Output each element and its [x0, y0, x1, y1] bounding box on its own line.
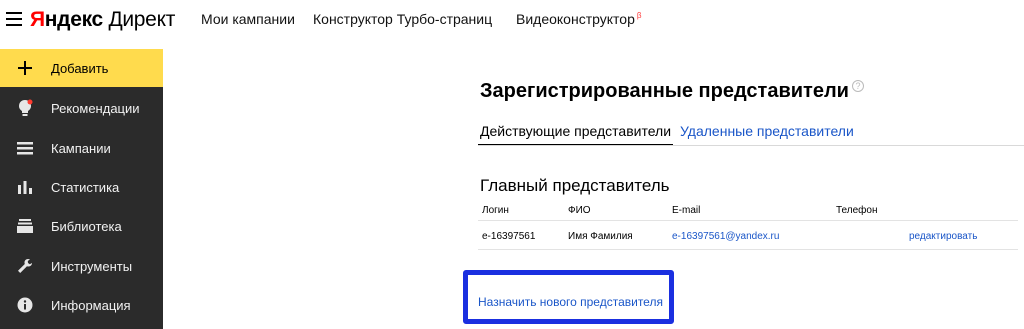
library-icon [16, 217, 34, 235]
column-header-login: Логин [482, 205, 509, 216]
beta-badge: β [636, 11, 642, 21]
page-title: Зарегистрированные представители? [480, 80, 864, 103]
tabs-divider [478, 145, 1024, 146]
sidebar-item-label: Библиотека [51, 218, 122, 234]
sidebar-item-label: Кампании [51, 140, 111, 156]
sidebar-item-library[interactable]: Библиотека [0, 207, 163, 245]
nav-video-constructor[interactable]: Видеоконструктор β [516, 11, 641, 27]
sidebar-item-label: Добавить [51, 60, 109, 76]
logo-brand: ндекс [44, 8, 103, 31]
sidebar-item-info[interactable]: Информация [0, 286, 163, 324]
bar-chart-icon [16, 178, 34, 196]
cell-login: e-16397561 [482, 231, 536, 242]
sidebar-item-campaigns[interactable]: Кампании [0, 129, 163, 167]
sidebar-item-statistics[interactable]: Статистика [0, 168, 163, 206]
table-row-divider [478, 249, 1018, 250]
menu-icon[interactable] [6, 12, 22, 26]
column-header-name: ФИО [568, 205, 591, 216]
tab-active-representatives[interactable]: Действующие представители [477, 123, 674, 146]
cell-email-link[interactable]: e-16397561@yandex.ru [672, 231, 779, 242]
logo-letter: Я [30, 8, 45, 31]
assign-new-representative-link[interactable]: Назначить нового представителя [478, 295, 663, 309]
sidebar-item-add[interactable]: Добавить [0, 49, 163, 87]
nav-my-campaigns[interactable]: Мои кампании [201, 11, 295, 27]
plus-icon [16, 59, 34, 77]
help-icon[interactable]: ? [851, 80, 864, 92]
edit-link[interactable]: редактировать [909, 231, 977, 242]
section-title: Главный представитель [480, 176, 670, 195]
tab-deleted-representatives[interactable]: Удаленные представители [680, 123, 854, 139]
sidebar-item-label: Рекомендации [51, 100, 140, 116]
column-header-phone: Телефон [836, 205, 878, 216]
page-title-text: Зарегистрированные представители [480, 80, 849, 102]
logo-product: Директ [108, 8, 176, 31]
nav-video-constructor-label: Видеоконструктор [516, 11, 635, 27]
sidebar-item-recommendations[interactable]: Рекомендации [0, 89, 163, 127]
sidebar: Добавить Рекомендации Кампании Статистик… [0, 49, 163, 329]
nav-turbo-constructor[interactable]: Конструктор Турбо-страниц [313, 11, 492, 27]
column-header-email: E-mail [672, 205, 701, 216]
lightbulb-icon [16, 99, 34, 117]
yandex-direct-logo[interactable]: Яндекс Директ [30, 8, 175, 32]
info-icon [16, 296, 34, 314]
top-bar: Яндекс Директ Мои кампании Конструктор Т… [0, 0, 1024, 44]
table-header-divider [478, 220, 1018, 221]
sidebar-item-label: Статистика [51, 179, 120, 195]
list-icon [16, 139, 34, 157]
wrench-icon [16, 257, 34, 275]
sidebar-item-tools[interactable]: Инструменты [0, 247, 163, 285]
sidebar-item-label: Инструменты [51, 258, 133, 274]
sidebar-item-label: Информация [51, 297, 131, 313]
cell-name: Имя Фамилия [568, 231, 633, 242]
